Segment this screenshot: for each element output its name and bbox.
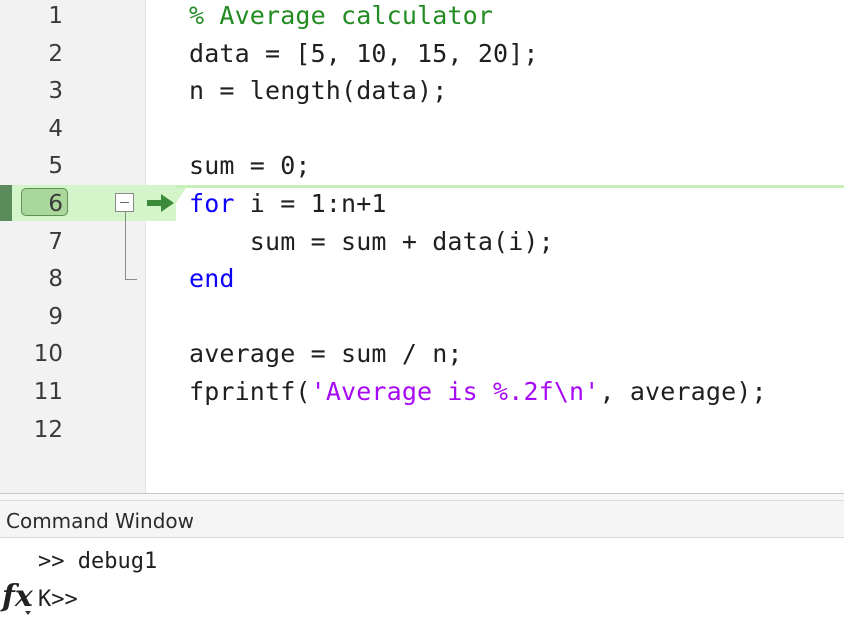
code-line: 11 fprintf('Average is %.2f\n', average); [0, 376, 844, 414]
fold-collapse-icon[interactable] [115, 193, 134, 212]
code-line: 1 % Average calculator [0, 0, 844, 38]
code-token-plain: sum = 0; [189, 151, 311, 181]
line-number[interactable]: 6 [0, 188, 63, 226]
code-line: 3 n = length(data); [0, 75, 844, 113]
code-token-plain: average = sum / n; [189, 339, 463, 369]
command-window-title: Command Window [6, 509, 195, 533]
code-line: 4 [0, 113, 844, 151]
code-line: 9 [0, 301, 844, 339]
code-text[interactable]: fprintf('Average is %.2f\n', average); [189, 376, 767, 414]
fold-bracket-end [125, 279, 137, 280]
code-token-plain: i = 1:n+1 [234, 189, 387, 218]
code-token-plain: n = length(data); [189, 76, 448, 106]
code-token-string: 'Average is %.2f\n' [310, 377, 600, 406]
code-line: 5 sum = 0; [0, 150, 844, 188]
line-number[interactable]: 1 [0, 0, 63, 38]
command-prompt[interactable]: K>> [38, 587, 78, 612]
code-text[interactable]: sum = sum + data(i); [189, 226, 554, 264]
line-number[interactable]: 10 [0, 338, 63, 376]
command-history-line: >> debug1 [38, 549, 158, 574]
code-text[interactable]: n = length(data); [189, 75, 447, 113]
code-token-comment: % Average calculator [189, 1, 494, 30]
code-text[interactable]: average = sum / n; [189, 338, 463, 376]
command-window-header: Command Window [0, 501, 844, 538]
code-line: 8 end [0, 263, 844, 301]
line-number[interactable]: 9 [0, 301, 63, 339]
line-number[interactable]: 2 [0, 38, 63, 76]
line-number[interactable]: 4 [0, 113, 63, 151]
line-number[interactable]: 3 [0, 75, 63, 113]
function-browser-caret-icon [25, 611, 31, 615]
line-number[interactable]: 8 [0, 263, 63, 301]
fold-bracket-line [125, 212, 126, 280]
code-line: 2 data = [5, 10, 15, 20]; [0, 38, 844, 76]
code-text[interactable]: end [189, 263, 235, 301]
code-text[interactable]: data = [5, 10, 15, 20]; [189, 38, 539, 76]
code-line: 10 average = sum / n; [0, 338, 844, 376]
code-text[interactable]: % Average calculator [189, 0, 493, 38]
code-editor[interactable]: 1 % Average calculator 2 data = [5, 10, 15,… [0, 0, 844, 493]
line-number[interactable]: 12 [0, 414, 63, 452]
line-number[interactable]: 7 [0, 226, 63, 264]
code-text[interactable]: sum = 0; [189, 150, 311, 188]
code-line: 12 [0, 414, 844, 452]
code-line: 7 sum = sum + data(i); [0, 226, 844, 264]
code-token-plain: sum = sum + data(i); [189, 226, 554, 256]
code-token-keyword: end [189, 264, 235, 294]
pane-splitter[interactable] [0, 493, 844, 501]
code-token-keyword: for [189, 189, 235, 218]
debug-current-line-arrow-icon [147, 194, 174, 212]
function-browser-icon[interactable]: fx [2, 582, 33, 612]
line-number[interactable]: 11 [0, 376, 63, 414]
code-token-plain: fprintf( [189, 377, 311, 406]
code-text[interactable]: for i = 1:n+1 [189, 188, 387, 226]
code-token-plain: , average); [599, 377, 767, 406]
line-number[interactable]: 5 [0, 150, 63, 188]
command-window[interactable]: >> debug1 K>> fx [0, 538, 844, 644]
code-token-plain: data = [5, 10, 15, 20]; [189, 38, 539, 68]
